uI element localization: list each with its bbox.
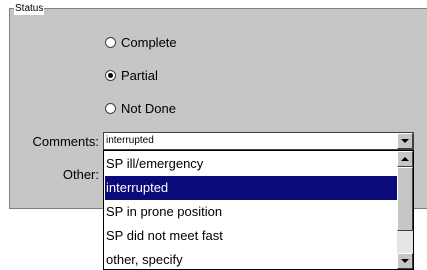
radio-button-icon[interactable]: [105, 37, 116, 48]
radio-not-done[interactable]: Not Done: [105, 101, 176, 116]
scroll-up-button[interactable]: [397, 151, 413, 167]
status-form: Status Complete Partial Not Done Comment…: [0, 0, 427, 270]
dropdown-scrollbar[interactable]: [397, 151, 413, 269]
radio-partial[interactable]: Partial: [105, 68, 158, 83]
dropdown-option[interactable]: other, specify: [105, 248, 397, 270]
combobox-dropdown-button[interactable]: [397, 133, 413, 149]
dropdown-option[interactable]: SP ill/emergency: [105, 152, 397, 176]
arrow-up-icon: [401, 157, 409, 161]
scroll-down-button[interactable]: [397, 253, 413, 269]
arrow-down-icon: [401, 259, 409, 263]
dropdown-option[interactable]: SP in prone position: [105, 200, 397, 224]
radio-complete-label: Complete: [121, 35, 177, 50]
comments-label: Comments:: [32, 134, 99, 149]
radio-complete[interactable]: Complete: [105, 35, 177, 50]
radio-button-icon[interactable]: [105, 103, 116, 114]
scrollbar-thumb[interactable]: [397, 167, 413, 231]
other-label: Other:: [62, 167, 99, 182]
radio-button-checked-icon[interactable]: [105, 70, 116, 81]
comments-combobox[interactable]: interrupted: [103, 132, 414, 150]
comments-combobox-value: interrupted: [106, 135, 154, 146]
chevron-down-icon: [401, 139, 409, 143]
dropdown-option[interactable]: SP did not meet fast: [105, 224, 397, 248]
comments-dropdown-list: SP ill/emergency interrupted SP in prone…: [103, 150, 414, 270]
radio-not-done-label: Not Done: [121, 101, 176, 116]
status-group-title: Status: [14, 3, 45, 15]
dropdown-option-selected[interactable]: interrupted: [105, 176, 397, 200]
radio-partial-label: Partial: [121, 68, 158, 83]
